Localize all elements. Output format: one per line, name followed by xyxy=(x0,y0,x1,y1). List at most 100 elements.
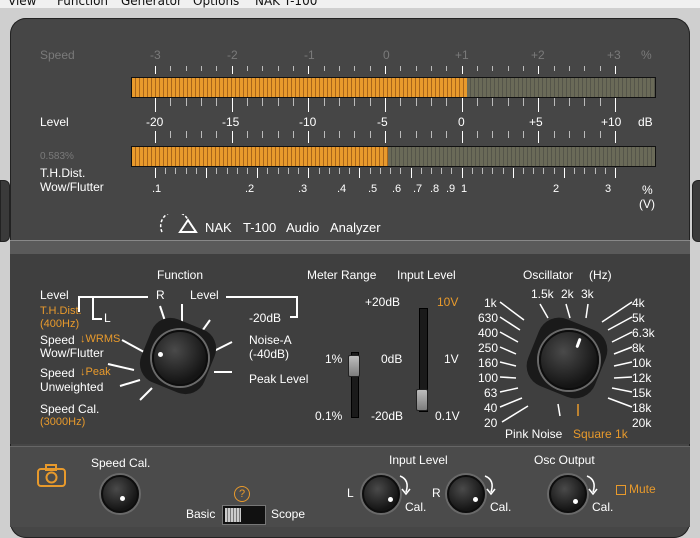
function-speedcal[interactable]: Speed Cal. xyxy=(40,402,99,416)
function-line xyxy=(290,316,298,318)
function-level[interactable]: Level xyxy=(40,288,69,302)
scale-tick xyxy=(359,168,361,178)
thd-tick-label: .2 xyxy=(245,183,255,195)
scale-tick xyxy=(247,98,248,107)
menu-generator[interactable]: Generator xyxy=(121,0,182,8)
scale-tick xyxy=(553,168,555,174)
function-thd[interactable]: T.H.Dist. xyxy=(40,305,82,317)
scale-tick xyxy=(415,98,417,107)
scale-tick xyxy=(584,98,586,107)
input-level-slider[interactable] xyxy=(416,389,428,411)
thd-tick-label: .4 xyxy=(337,183,347,195)
scale-tick xyxy=(385,66,386,74)
scale-tick xyxy=(354,66,356,71)
osc-freq[interactable]: 400 xyxy=(478,326,498,340)
scale-tick xyxy=(185,98,187,107)
scale-tick xyxy=(410,168,412,178)
meter-range-0db: 0dB xyxy=(381,352,403,366)
thd-unit: % xyxy=(642,183,653,197)
thd-tick-label: .1 xyxy=(152,183,162,195)
speed-tick-label: -2 xyxy=(227,48,238,62)
thd-tick-label: 2 xyxy=(553,183,560,195)
meter-range-slider[interactable] xyxy=(348,355,360,377)
level-tick-label: -5 xyxy=(377,115,388,129)
menu-nak-t100[interactable]: NAK T-100 xyxy=(255,0,317,8)
scale-tick xyxy=(308,66,310,74)
input-level-r-knob[interactable] xyxy=(447,475,485,513)
scale-tick xyxy=(155,168,156,178)
input-level-l-knob[interactable] xyxy=(362,475,400,513)
level-tick-label: -10 xyxy=(299,115,317,129)
oscillator-knob[interactable] xyxy=(539,330,599,390)
scale-tick xyxy=(569,131,570,139)
thd-tick-label: 3 xyxy=(605,183,612,195)
scale-tick xyxy=(523,98,524,107)
osc-freq[interactable]: 20 xyxy=(484,416,497,430)
scale-tick xyxy=(415,66,417,71)
scale-tick xyxy=(170,131,172,139)
scale-tick xyxy=(604,168,606,174)
osc-freq[interactable]: 63 xyxy=(484,386,497,400)
thd-label: T.H.Dist. xyxy=(40,166,86,180)
help-icon[interactable]: ? xyxy=(234,486,250,502)
scale-tick xyxy=(482,168,484,174)
mute-checkbox[interactable] xyxy=(616,485,626,495)
scale-tick xyxy=(293,98,294,107)
function-knob[interactable] xyxy=(152,330,208,386)
scale-tick xyxy=(538,131,540,143)
scale-tick xyxy=(323,66,325,71)
osc-freq[interactable]: 1k xyxy=(484,296,497,310)
scale-tick xyxy=(400,98,402,107)
osc-freq[interactable]: 40 xyxy=(484,401,497,415)
scale-tick xyxy=(599,131,601,139)
osc-freq[interactable]: 250 xyxy=(478,341,498,355)
level-unit: dB xyxy=(638,115,653,129)
oscillator-knob-indicator xyxy=(575,337,582,349)
brand-analyzer: Analyzer xyxy=(330,220,381,235)
scale-tick xyxy=(328,168,330,174)
scale-tick xyxy=(247,66,248,71)
scale-tick xyxy=(201,66,202,71)
function-speed-2[interactable]: Speed xyxy=(40,366,75,380)
left-side-tab xyxy=(0,180,10,242)
scale-tick xyxy=(400,168,402,174)
scale-tick xyxy=(461,66,463,74)
scale-tick xyxy=(185,168,187,174)
scale-tick xyxy=(446,66,448,71)
menu-view[interactable]: View xyxy=(8,0,36,8)
thd-tick-label: 1 xyxy=(461,183,468,195)
scale-tick xyxy=(599,66,601,71)
scale-tick xyxy=(165,168,167,174)
thd-tick-label: .6 xyxy=(392,183,402,195)
scale-tick xyxy=(308,98,310,112)
menu-options[interactable]: Options xyxy=(193,0,239,8)
thd-tick-label: .9 xyxy=(446,183,456,195)
mute-label: Mute xyxy=(629,482,656,496)
scale-tick xyxy=(507,131,509,139)
nak-logo-icon xyxy=(159,214,198,233)
menu-function[interactable]: Function xyxy=(57,0,108,8)
osc-freq[interactable]: 160 xyxy=(478,356,498,370)
function-speed[interactable]: Speed xyxy=(40,333,75,347)
scale-tick xyxy=(502,168,504,174)
mode-toggle[interactable] xyxy=(222,505,266,525)
scale-tick xyxy=(492,66,494,71)
scale-tick xyxy=(349,168,351,174)
osc-freq[interactable]: 100 xyxy=(478,371,498,385)
scale-tick xyxy=(461,168,463,178)
thd-meter-rest xyxy=(388,147,655,166)
scale-tick xyxy=(543,168,545,174)
scale-tick xyxy=(247,168,248,174)
scale-tick xyxy=(553,66,555,71)
scale-tick xyxy=(155,131,156,143)
osc-freq[interactable]: 630 xyxy=(478,311,498,325)
arrow-cw-icon xyxy=(586,475,598,496)
osc-output-knob[interactable] xyxy=(549,475,587,513)
arrow-cw-icon xyxy=(399,475,411,496)
function-wow[interactable]: Wow/Flutter xyxy=(40,346,104,360)
scale-tick xyxy=(431,168,432,174)
camera-icon[interactable] xyxy=(37,464,67,488)
speed-cal-knob[interactable] xyxy=(101,475,139,513)
scale-tick xyxy=(339,131,340,139)
speed-tick-label: -3 xyxy=(150,48,161,62)
